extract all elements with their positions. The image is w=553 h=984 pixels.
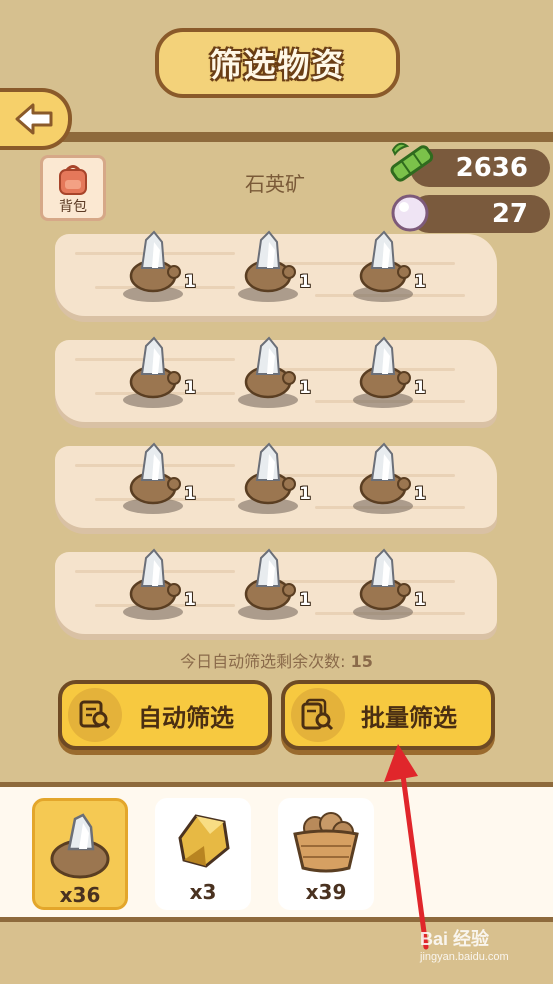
back-arrow-icon [15,103,53,135]
quartz-ore-icon [238,442,298,514]
ore-quantity: 1 [184,484,196,504]
quartz-ore-icon [238,548,298,620]
quartz-ore-icon [353,230,413,302]
quartz-ore-icon [353,548,413,620]
ore-slot[interactable]: 1 [118,434,196,514]
ore-quantity: 1 [184,378,196,398]
auto-sift-label: 自动筛选 [138,703,234,732]
potato-basket-icon [293,812,359,873]
quartz-ore-icon [50,813,110,879]
quartz-ore-icon [123,548,183,620]
ore-slot[interactable]: 1 [118,222,196,302]
bag-label: 背包 [59,199,87,215]
ore-slot[interactable]: 1 [118,540,196,620]
ore-slot[interactable]: 1 [233,434,311,514]
page-title: 筛选物资 [209,46,346,84]
ore-slot[interactable]: 1 [233,222,311,302]
remaining-label: 今日自动筛选剩余次数: [180,652,346,671]
back-button[interactable] [0,88,72,150]
ore-slot[interactable]: 1 [348,328,426,408]
inventory-count: x36 [59,883,101,907]
inventory-count: x3 [189,880,217,904]
quartz-ore-icon [238,230,298,302]
bamboo-icon [390,142,434,182]
remaining-attempts: 今日自动筛选剩余次数: 15 [0,648,553,672]
quartz-ore-icon [238,336,298,408]
plank-row: 1 1 1 [55,230,497,316]
baidu-watermark: Bai 经验 jingyan.baidu.com [420,925,540,975]
ore-slot[interactable]: 1 [233,328,311,408]
ore-quantity: 1 [299,272,311,292]
batch-search-icon [301,698,334,731]
ore-slot[interactable]: 1 [348,222,426,302]
ore-quantity: 1 [414,590,426,610]
plank-row: 1 1 1 [55,336,497,422]
inventory-item-basket[interactable]: x39 [278,798,374,910]
bag-button[interactable]: 背包 [40,155,106,221]
batch-sift-label: 批量筛选 [361,703,457,732]
title-banner: 筛选物资 [155,28,400,98]
gold-ore-icon [178,814,230,868]
ore-quantity: 1 [184,590,196,610]
quartz-ore-icon [123,336,183,408]
ore-quantity: 1 [414,272,426,292]
auto-sift-button[interactable]: 自动筛选 [58,680,272,750]
ore-name: 石英矿 [245,172,305,196]
ore-quantity: 1 [414,378,426,398]
ore-quantity: 1 [299,378,311,398]
pearl-counter: 27 [410,195,550,233]
inventory-count: x39 [305,880,347,904]
watermark-main: Bai 经验 [420,929,490,949]
ore-slot[interactable]: 1 [348,540,426,620]
annotation-arrow [384,744,429,950]
backpack-icon [59,165,87,195]
inventory-item-gold[interactable]: x3 [155,798,251,910]
sift-search-icon [79,700,111,730]
remaining-count: 15 [350,652,373,671]
plank-row: 1 1 1 [55,548,497,634]
ore-slot[interactable]: 1 [348,434,426,514]
ore-slot[interactable]: 1 [233,540,311,620]
batch-sift-button[interactable]: 批量筛选 [281,680,495,750]
ore-quantity: 1 [299,484,311,504]
quartz-ore-icon [353,336,413,408]
inventory-item-quartz[interactable]: x36 [32,798,128,910]
ore-slot[interactable]: 1 [118,328,196,408]
quartz-ore-icon [123,230,183,302]
ore-quantity: 1 [299,590,311,610]
plank-row: 1 1 1 [55,442,497,528]
ore-quantity: 1 [414,484,426,504]
ore-quantity: 1 [184,272,196,292]
quartz-ore-icon [353,442,413,514]
quartz-ore-icon [123,442,183,514]
watermark-sub: jingyan.baidu.com [420,951,509,963]
